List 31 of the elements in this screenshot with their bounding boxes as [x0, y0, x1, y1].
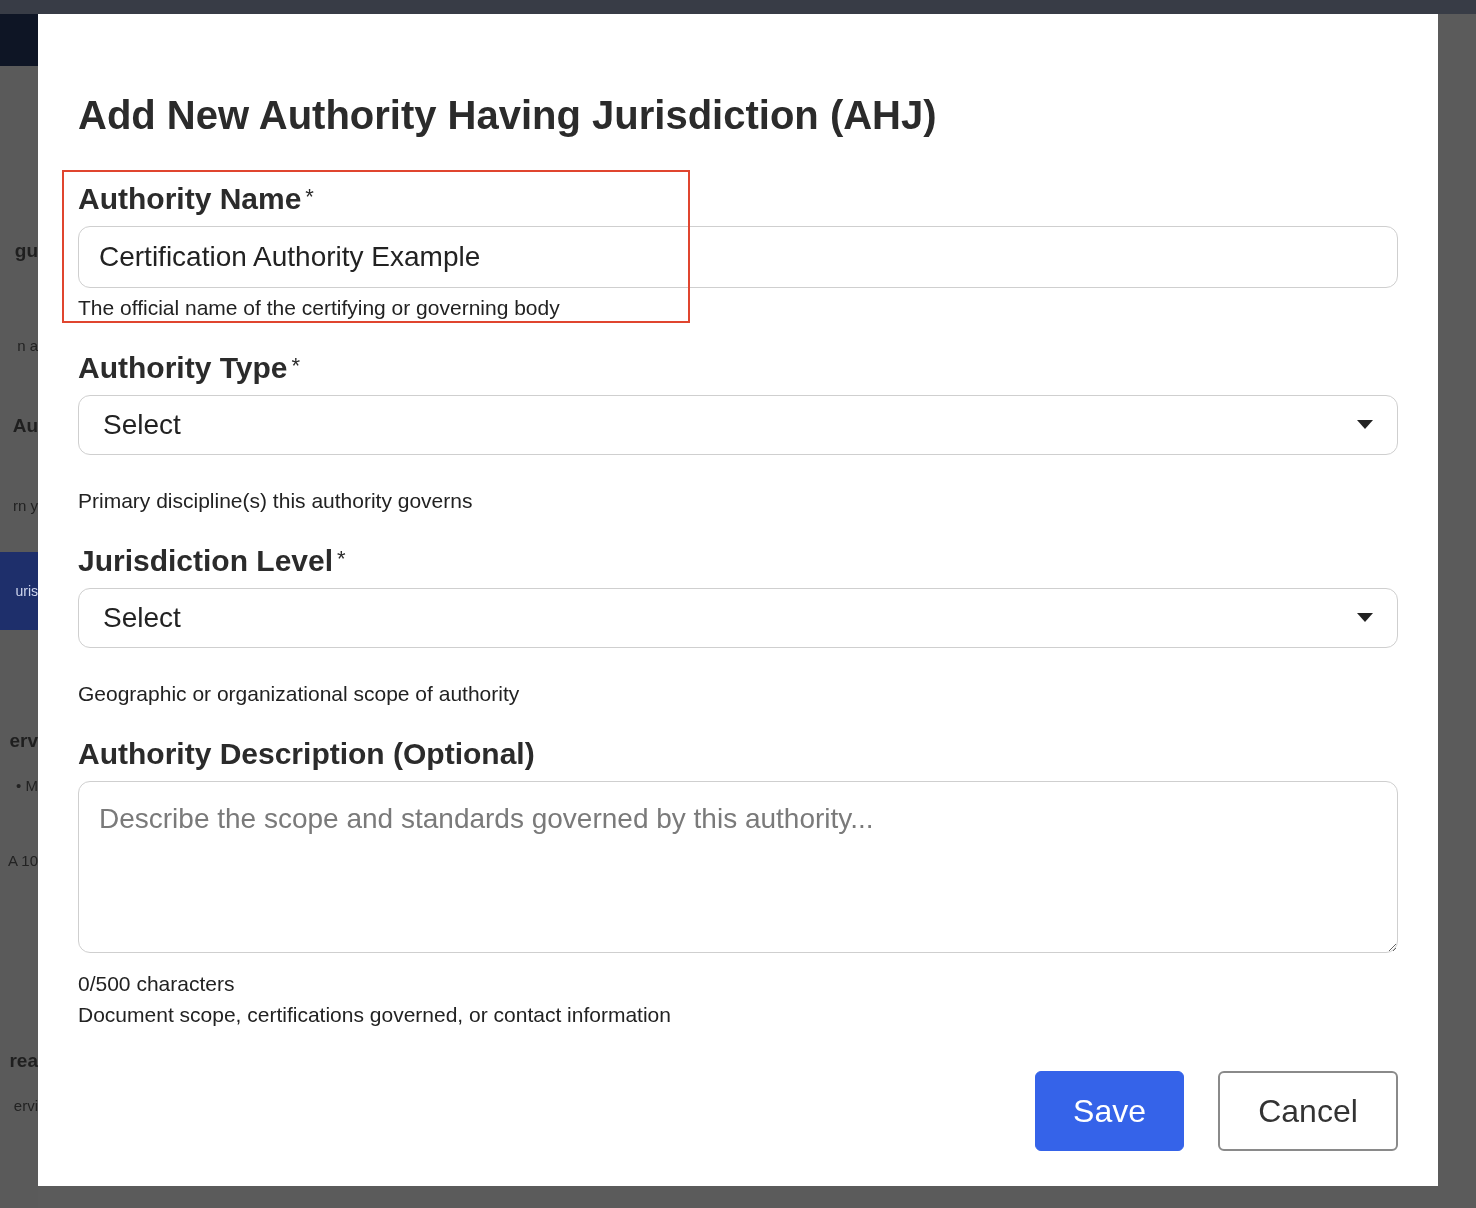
textarea-input[interactable]: Describe the scope and standards governed by this authority...: [78, 780, 1398, 953]
select-dropdown[interactable]: Select: [78, 587, 1398, 648]
save-button[interactable]: Save: [1035, 1070, 1184, 1151]
help-text: Document scope, certifications governed, or contact information: [78, 1002, 672, 1028]
required-asterisk: *: [291, 352, 300, 380]
required-asterisk: *: [337, 545, 346, 573]
field-label: Jurisdiction Level: [78, 543, 334, 579]
background-text: ervi: [13, 1095, 38, 1116]
help-text: Geographic or organizational scope of authority: [78, 680, 521, 707]
character-counter: 0/500 characters: [78, 970, 236, 997]
select-dropdown[interactable]: Select: [78, 394, 1398, 455]
help-text: Primary discipline(s) this authority governs: [78, 487, 474, 514]
field-label: Authority Name: [78, 181, 302, 217]
header-bar: [0, 14, 38, 66]
background-text: rn y: [13, 495, 38, 516]
text-input[interactable]: Certification Authority Example: [78, 225, 1398, 288]
caret-icon: [1357, 613, 1373, 622]
background-text: A 10: [7, 850, 38, 871]
background-text: • M: [16, 775, 38, 796]
field-label: Authority Type: [78, 350, 288, 386]
background-text: uris: [0, 552, 38, 630]
field-label: Authority Description (Optional): [78, 736, 535, 772]
dialog-title: Add New Authority Having Jurisdiction (AHJ): [78, 92, 938, 139]
background-text: Au: [12, 413, 38, 438]
caret-icon: [1357, 420, 1373, 429]
background-text: rea: [9, 1048, 38, 1073]
required-asterisk: *: [305, 183, 314, 211]
help-text: The official name of the certifying or governing body: [78, 294, 561, 321]
cancel-button[interactable]: Cancel: [1218, 1070, 1398, 1151]
background-text: gu: [14, 238, 38, 263]
background-text: erv: [9, 728, 38, 753]
